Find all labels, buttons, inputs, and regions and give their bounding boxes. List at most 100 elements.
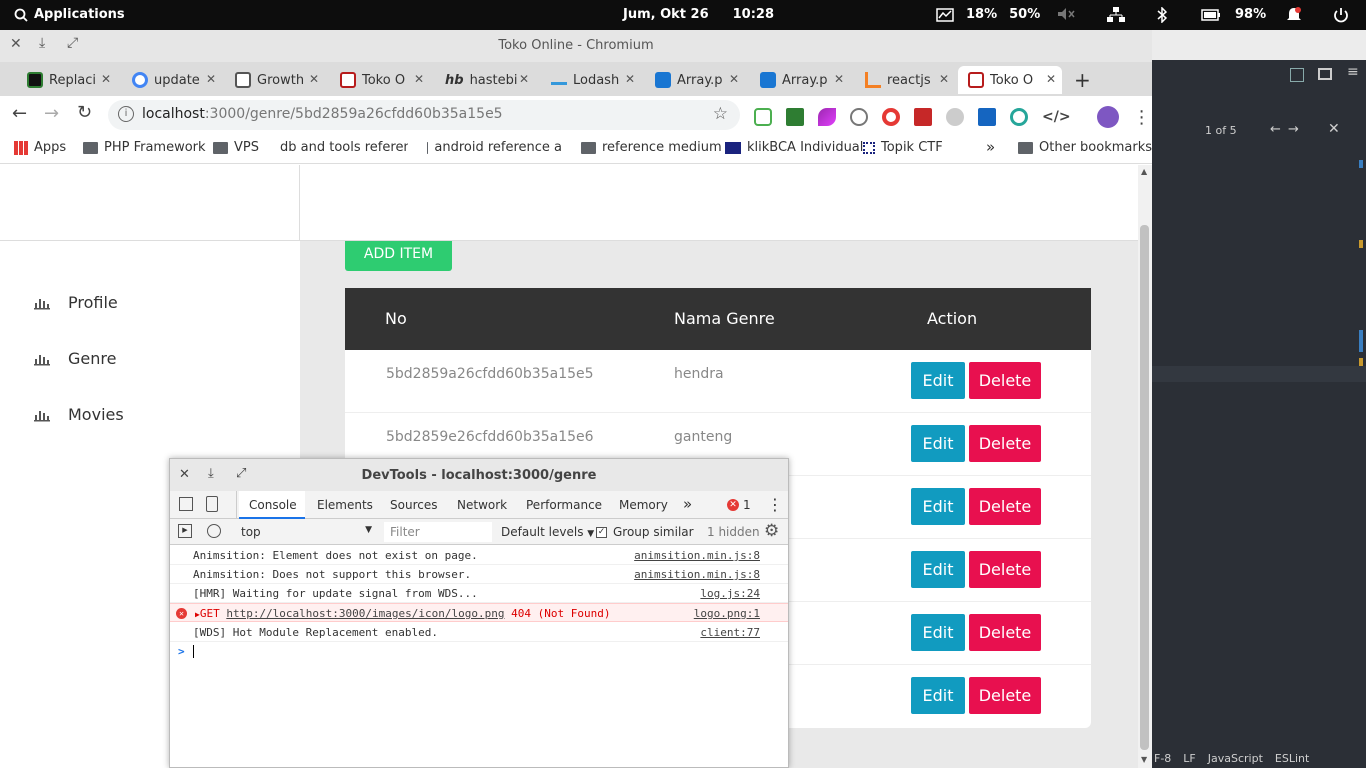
bookmark-apps[interactable]: Apps bbox=[14, 140, 66, 155]
sidebar-item-movies[interactable]: Movies bbox=[34, 405, 124, 424]
sidebar-toggle-icon[interactable]: ▶ bbox=[178, 524, 192, 538]
scrollbar-thumb[interactable] bbox=[1140, 225, 1149, 750]
code-extension-icon[interactable]: </> bbox=[1042, 109, 1071, 125]
bookmark-topik-ctf[interactable]: Topik CTF bbox=[863, 140, 943, 155]
tab-close-icon[interactable]: ✕ bbox=[834, 72, 844, 86]
tab-performance[interactable]: Performance bbox=[526, 498, 602, 512]
browser-tab[interactable]: reactjs ✕ bbox=[855, 66, 955, 94]
edit-button[interactable]: Edit bbox=[911, 362, 965, 399]
node-extension-icon[interactable] bbox=[754, 108, 772, 126]
log-levels-dropdown[interactable]: Default levels ▼ bbox=[501, 525, 594, 539]
system-monitor[interactable]: 18% 50% bbox=[936, 7, 1040, 22]
tab-close-icon[interactable]: ✕ bbox=[101, 72, 111, 86]
bookmark-other[interactable]: Other bookmarks bbox=[1018, 140, 1152, 155]
log-source-link[interactable]: log.js:24 bbox=[700, 587, 760, 600]
error-counter[interactable]: ✕ 1 bbox=[727, 498, 751, 512]
browser-tab-active[interactable]: Toko O ✕ bbox=[958, 66, 1062, 94]
feather-extension-icon[interactable] bbox=[818, 108, 836, 126]
edit-button[interactable]: Edit bbox=[911, 488, 965, 525]
browser-menu-icon[interactable]: ⋮ bbox=[1133, 107, 1151, 128]
delete-button[interactable]: Delete bbox=[969, 677, 1041, 714]
tab-close-icon[interactable]: ✕ bbox=[939, 72, 949, 86]
log-source-link[interactable]: animsition.min.js:8 bbox=[634, 549, 760, 562]
device-toolbar-icon[interactable] bbox=[206, 496, 218, 512]
edit-button[interactable]: Edit bbox=[911, 677, 965, 714]
power-icon[interactable] bbox=[1333, 7, 1349, 23]
browser-tab[interactable]: Toko O ✕ bbox=[330, 66, 430, 94]
filter-input[interactable]: Filter bbox=[384, 522, 492, 542]
status-linter[interactable]: ESLint bbox=[1275, 752, 1309, 765]
notification-bell-icon[interactable] bbox=[1286, 7, 1302, 23]
browser-tab[interactable]: Replaci ✕ bbox=[17, 66, 117, 94]
bluetooth-icon[interactable] bbox=[1157, 7, 1167, 23]
bookmark-folder[interactable]: VPS bbox=[213, 140, 259, 155]
clock[interactable]: Jum, Okt 26 10:28 bbox=[623, 7, 774, 22]
sidebar-item-profile[interactable]: Profile bbox=[34, 293, 118, 312]
log-source-link[interactable]: animsition.min.js:8 bbox=[634, 568, 760, 581]
tab-close-icon[interactable]: ✕ bbox=[625, 72, 635, 86]
delete-button[interactable]: Delete bbox=[969, 488, 1041, 525]
profile-avatar[interactable] bbox=[1096, 106, 1119, 128]
tab-elements[interactable]: Elements bbox=[317, 498, 373, 512]
new-tab-button[interactable]: + bbox=[1074, 68, 1091, 92]
applications-menu[interactable]: Applications bbox=[14, 7, 125, 22]
error-url-link[interactable]: http://localhost:3000/images/icon/logo.p… bbox=[226, 607, 504, 620]
edit-button[interactable]: Edit bbox=[911, 425, 965, 462]
browser-tab[interactable]: Lodash ✕ bbox=[541, 66, 641, 94]
bookmarks-overflow-button[interactable]: » bbox=[986, 138, 995, 156]
status-line-ending[interactable]: LF bbox=[1183, 752, 1195, 765]
close-find-icon[interactable]: ✕ bbox=[1328, 121, 1340, 137]
settings-gear-icon[interactable]: ⚙ bbox=[764, 521, 779, 541]
circle-extension-icon[interactable] bbox=[1010, 108, 1028, 126]
info-icon[interactable]: i bbox=[118, 106, 134, 122]
sidebar-item-genre[interactable]: Genre bbox=[34, 349, 116, 368]
back-arrow-icon[interactable]: ← bbox=[12, 103, 27, 124]
tab-network[interactable]: Network bbox=[457, 498, 507, 512]
delete-button[interactable]: Delete bbox=[969, 551, 1041, 588]
tab-close-icon[interactable]: ✕ bbox=[414, 72, 424, 86]
edit-button[interactable]: Edit bbox=[911, 551, 965, 588]
tab-close-icon[interactable]: ✕ bbox=[206, 72, 216, 86]
puzzle-extension-icon[interactable] bbox=[914, 108, 932, 126]
clear-console-icon[interactable] bbox=[207, 524, 221, 538]
devtools-menu-icon[interactable]: ⋮ bbox=[767, 495, 783, 514]
tab-close-icon[interactable]: ✕ bbox=[519, 72, 529, 86]
split-icon[interactable] bbox=[1290, 68, 1304, 82]
browser-tab[interactable]: update ✕ bbox=[122, 66, 222, 94]
log-source-link[interactable]: logo.png:1 bbox=[694, 607, 760, 620]
bookmark-folder[interactable]: db and tools referen bbox=[274, 140, 408, 155]
page-scrollbar[interactable]: ▲ ▼ bbox=[1138, 165, 1152, 768]
network-icon[interactable] bbox=[1107, 7, 1125, 23]
bookmark-folder[interactable]: reference medium bbox=[581, 140, 722, 155]
browser-tab[interactable]: Array.p ✕ bbox=[750, 66, 850, 94]
next-match-icon[interactable]: → bbox=[1288, 122, 1299, 137]
delete-button[interactable]: Delete bbox=[969, 425, 1041, 462]
opera-extension-icon[interactable] bbox=[882, 108, 900, 126]
trello-extension-icon[interactable] bbox=[978, 108, 996, 126]
battery-indicator[interactable]: 98% bbox=[1201, 7, 1266, 22]
bookmark-folder[interactable]: android reference a bbox=[427, 140, 562, 155]
scroll-down-icon[interactable]: ▼ bbox=[1141, 755, 1147, 764]
browser-tab[interactable]: Growth ✕ bbox=[225, 66, 325, 94]
status-language[interactable]: JavaScript bbox=[1208, 752, 1263, 765]
add-item-button[interactable]: ADD ITEM bbox=[345, 236, 452, 271]
browser-tab[interactable]: hb hastebi ✕ bbox=[435, 66, 535, 94]
edit-button[interactable]: Edit bbox=[911, 614, 965, 651]
cors-extension-icon[interactable] bbox=[786, 108, 804, 126]
context-selector[interactable]: top ▼ bbox=[234, 522, 374, 542]
volume-muted-icon[interactable] bbox=[1057, 7, 1075, 21]
forward-arrow-icon[interactable]: → bbox=[44, 103, 59, 124]
browser-tab[interactable]: Array.p ✕ bbox=[645, 66, 745, 94]
tab-close-icon[interactable]: ✕ bbox=[1046, 72, 1056, 86]
bookmark-klikbca[interactable]: klikBCA Individual bbox=[725, 140, 863, 155]
delete-button[interactable]: Delete bbox=[969, 362, 1041, 399]
layout-icon[interactable] bbox=[1318, 68, 1332, 80]
log-source-link[interactable]: client:77 bbox=[700, 626, 760, 639]
bookmark-star-icon[interactable]: ☆ bbox=[713, 104, 728, 124]
prev-match-icon[interactable]: ← bbox=[1270, 122, 1281, 137]
address-bar[interactable]: i localhost:3000/genre/5bd2859a26cfdd60b… bbox=[108, 100, 740, 130]
tab-close-icon[interactable]: ✕ bbox=[729, 72, 739, 86]
bookmark-folder[interactable]: PHP Framework bbox=[83, 140, 206, 155]
tab-console-active[interactable]: Console bbox=[239, 491, 305, 519]
delete-button[interactable]: Delete bbox=[969, 614, 1041, 651]
